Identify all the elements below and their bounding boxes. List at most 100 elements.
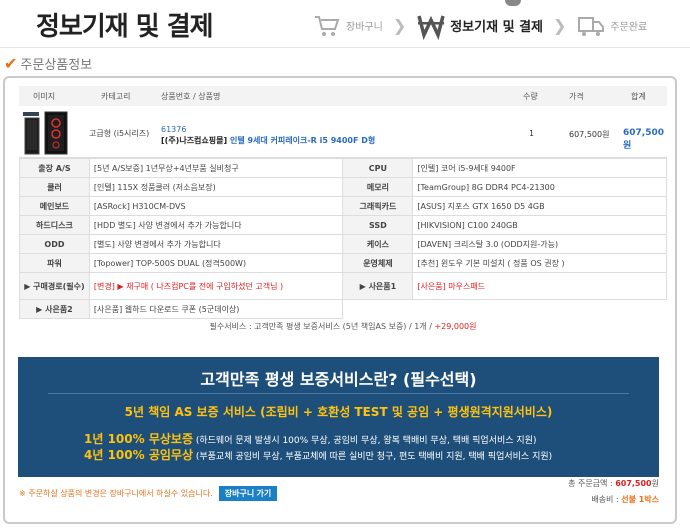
spec-row-path: ▶ 구매경로(필수) [변경] ▶ 재구매 ( 나즈컴PC를 전에 구입하셨던 … — [19, 272, 667, 300]
order-total-unit: 원 — [651, 479, 659, 488]
active-step-badge — [505, 0, 521, 6]
go-to-cart-button[interactable]: 장바구니 가기 — [218, 486, 278, 501]
spec-value-gift2: [사은품] 웹하드 다운로드 쿠폰 (5군데이상) — [88, 299, 344, 319]
cart-icon — [312, 10, 342, 40]
spec-label: ▶ 구매경로(필수) — [19, 272, 90, 300]
spec-label: CPU — [342, 158, 414, 178]
col-total: 합계 — [631, 91, 646, 101]
spec-table: 출장 A/S [5년 A/S보증] 1년무상+4년부품 실비청구 CPU [인텔] 코… — [19, 158, 667, 319]
product-price: 607,500원 — [569, 130, 610, 139]
spec-label: 메인보드 — [19, 196, 90, 216]
banner-title: 고객만족 평생 보증서비스란? (필수선택) — [200, 370, 477, 389]
banner-divider — [48, 393, 629, 394]
step-complete-label: 주문완료 — [610, 21, 648, 33]
shipping-label: 배송비 : — [591, 495, 622, 504]
spec-label: 그래픽카드 — [342, 196, 414, 216]
product-row: 고급형 (i5시리즈) 61376 [(주)나즈컴쇼핑몰] 인텔 9세대 커피레… — [19, 108, 667, 158]
warranty-banner: 고객만족 평생 보증서비스란? (필수선택) 5년 책임 AS 보증 서비스 (… — [18, 357, 659, 477]
step-complete[interactable]: 주문완료 — [576, 8, 647, 42]
spec-row: 출장 A/S [5년 A/S보증] 1년무상+4년부품 실비청구 CPU [인텔] 코… — [19, 158, 667, 178]
order-total-label: 총 주문금액 : — [568, 479, 616, 488]
spec-label: ODD — [19, 234, 90, 254]
col-price: 가격 — [569, 91, 584, 101]
spec-value: [HDD 별도] 사양 변경에서 추가 가능합니다 — [88, 215, 344, 235]
spec-value: [인텔] 코어 i5-9세대 9400F — [412, 158, 667, 178]
spec-value-gift1: [사은품] 마우스패드 — [412, 272, 667, 300]
col-category: 카테고리 — [101, 91, 131, 101]
chevron-right-icon: ❯ — [553, 15, 567, 35]
col-product: 상품번호 / 상품명 — [161, 91, 221, 101]
spec-row: 메인보드 [ASRock] H310CM-DVS 그래픽카드 [ASUS] 지포스 G… — [19, 196, 667, 216]
spec-value: [5년 A/S보증] 1년무상+4년부품 실비청구 — [88, 158, 344, 178]
banner-line-2: 4년 100% 공임무상 (부품교체 공임비 무상, 부품교체에 따른 실비만 … — [84, 446, 552, 463]
spec-label: 케이스 — [342, 234, 414, 254]
footer-note-text: ※ 주문하실 상품의 변경은 장바구니에서 하실수 있습니다. — [19, 489, 213, 498]
banner-line-2-text: (부품교체 공임비 무상, 부품교체에 따른 실비만 청구, 편도 택배비 지원… — [192, 452, 553, 462]
step-cart[interactable]: 장바구니 — [312, 8, 383, 42]
banner-line-2-highlight: 4년 100% 공임무상 — [84, 448, 193, 462]
check-icon: ✔ — [4, 54, 18, 73]
warranty-line: 필수서비스 : 고객만족 평생 보증서비스 (5년 책임AS 보증) / 1개 … — [19, 321, 667, 332]
product-title: 인텔 9세대 커피레이크-R i5 9400F D형 — [229, 136, 376, 145]
step-cart-label: 장바구니 — [346, 21, 383, 33]
spec-label: ▶ 사은품2 — [19, 299, 90, 319]
spec-value: [Topower] TOP-500S DUAL (정격500W) — [88, 253, 344, 273]
spec-value: [ASRock] H310CM-DVS — [88, 196, 344, 216]
section-title-text: 주문상품정보 — [20, 58, 93, 73]
col-qty: 수량 — [523, 91, 538, 101]
spec-row: 쿨러 [인텔] 115X 정품쿨러 (저소음보장) 메모리 [TeamGroup] 8… — [19, 177, 667, 197]
spec-label: SSD — [342, 215, 414, 235]
spec-row: ODD [별도] 사양 변경에서 추가 가능합니다 케이스 [DAVEN] 크리스탈 … — [19, 234, 667, 254]
spec-label: 출장 A/S — [19, 158, 90, 178]
spec-row: 하드디스크 [HDD 별도] 사양 변경에서 추가 가능합니다 SSD [HIKVIS… — [19, 215, 667, 235]
spec-label: 메모리 — [342, 177, 414, 197]
product-qty: 1 — [529, 129, 535, 138]
spec-value: [TeamGroup] 8G DDR4 PC4-21300 — [412, 177, 667, 197]
spec-value: [ASUS] 지포스 GTX 1650 D5 4GB — [412, 196, 667, 216]
product-table-header: 이미지 카테고리 상품번호 / 상품명 수량 가격 합계 — [19, 86, 667, 106]
spec-value: [인텔] 115X 정품쿨러 (저소음보장) — [88, 177, 344, 197]
step-payment-label: 정보기재 및 결제 — [450, 19, 543, 35]
section-title: ✔ 주문상품정보 — [4, 54, 92, 73]
shipping-value: 선불 1박스 — [621, 495, 659, 504]
spec-label: 파워 — [19, 253, 90, 273]
banner-line-1-text: (하드웨어 문제 발생시 100% 무상, 공임비 무상, 왕복 택배비 무상,… — [192, 436, 537, 446]
spec-value: [추천] 윈도우 기본 미설치 ( 정품 OS 권장 ) — [412, 253, 667, 273]
spec-label: 쿨러 — [19, 177, 90, 197]
spec-row: 파워 [Topower] TOP-500S DUAL (정격500W) 운영체제 [추… — [19, 253, 667, 273]
spec-value-path: [변경] ▶ 재구매 ( 나즈컴PC를 전에 구입하셨던 고객님 ) — [88, 272, 344, 300]
footer-note: ※ 주문하실 상품의 변경은 장바구니에서 하실수 있습니다. 장바구니 가기 — [19, 486, 278, 501]
warranty-price: +29,000원 — [434, 322, 477, 331]
step-payment[interactable]: 정보기재 및 결제 — [416, 8, 543, 42]
delivery-icon — [576, 10, 606, 40]
spec-value: [별도] 사양 변경에서 추가 가능합니다 — [88, 234, 344, 254]
gift-tag: [사은품] — [417, 281, 446, 291]
product-name[interactable]: [(주)나즈컴쇼핑몰] 인텔 9세대 커피레이크-R i5 9400F D형 — [161, 135, 375, 146]
order-box: 이미지 카테고리 상품번호 / 상품명 수량 가격 합계 고급형 (i5시리즈)… — [3, 76, 677, 524]
shipping-fee: 배송비 : 선불 1박스 — [591, 494, 659, 505]
spec-value: [DAVEN] 크리스탈 3.0 (ODD지원-가능) — [412, 234, 667, 254]
product-total: 607,500원 — [623, 128, 664, 151]
spec-value: [HIKVISION] C100 240GB — [412, 215, 667, 235]
page-title: 정보기재 및 결제 — [36, 12, 214, 42]
spec-label: 하드디스크 — [19, 215, 90, 235]
warranty-text: 필수서비스 : 고객만족 평생 보증서비스 (5년 책임AS 보증) / 1개 … — [209, 322, 435, 331]
gift1-text: 마우스패드 — [445, 281, 486, 291]
spec-label: 운영체제 — [342, 253, 414, 273]
product-seller: [(주)나즈컴쇼핑몰] — [161, 136, 228, 145]
page-header: 정보기재 및 결제 장바구니 ❯ 정보기재 및 결제 ❯ 주문완료 — [0, 0, 690, 48]
order-steps: 장바구니 ❯ 정보기재 및 결제 ❯ 주문완료 — [312, 8, 647, 42]
order-total-value: 607,500 — [615, 479, 652, 488]
path-option: ▶ 재구매 ( 나즈컴PC를 전에 구입하셨던 고객님 ) — [117, 281, 284, 291]
product-code[interactable]: 61376 — [161, 125, 186, 134]
won-icon — [416, 10, 446, 41]
order-total: 총 주문금액 : 607,500원 — [568, 478, 659, 489]
banner-subtitle: 5년 책임 AS 보증 서비스 (조립비 + 호환성 TEST 및 공임 + 평… — [124, 405, 553, 419]
product-category: 고급형 (i5시리즈) — [89, 129, 150, 138]
col-image: 이미지 — [33, 91, 56, 101]
banner-line-1-highlight: 1년 100% 무상보증 — [84, 432, 193, 446]
banner-line-1: 1년 100% 무상보증 (하드웨어 문제 발생시 100% 무상, 공임비 무… — [84, 430, 536, 447]
spec-row-gift2: ▶ 사은품2 [사은품] 웹하드 다운로드 쿠폰 (5군데이상) — [19, 299, 667, 319]
change-link[interactable]: [변경] — [94, 282, 115, 291]
product-image[interactable] — [21, 110, 71, 156]
